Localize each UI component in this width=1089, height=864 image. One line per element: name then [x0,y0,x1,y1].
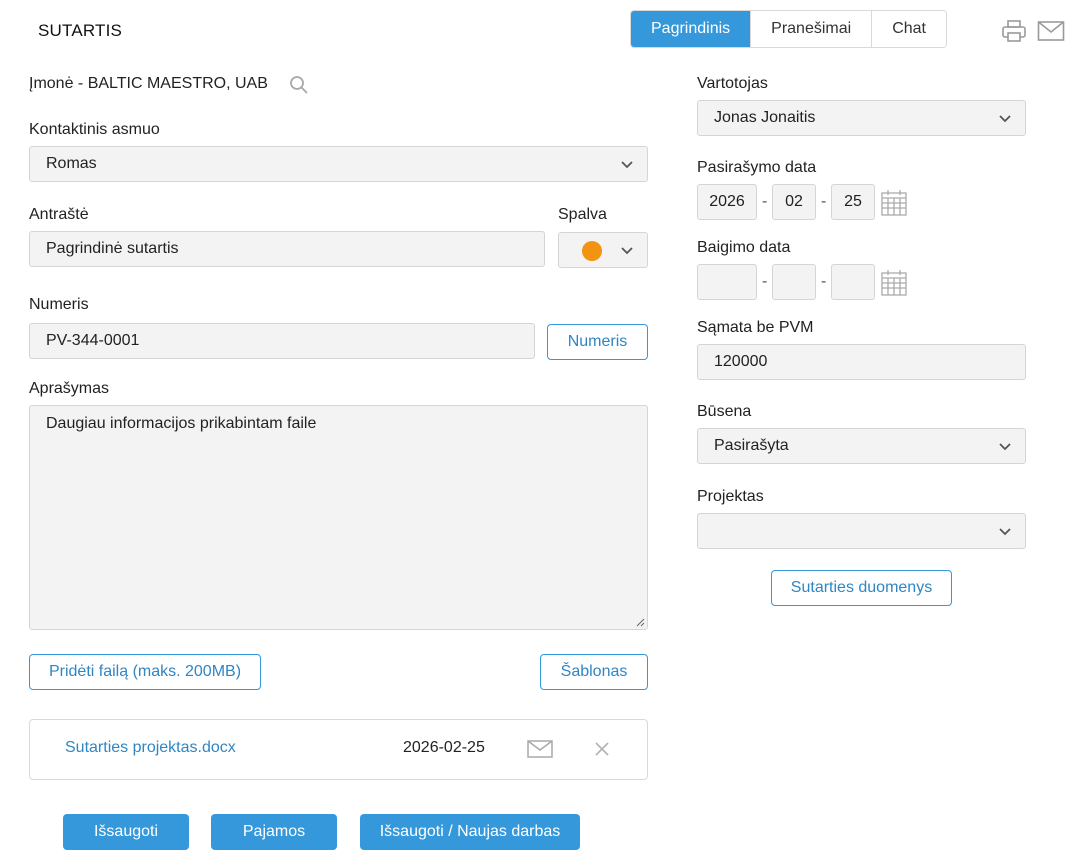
number-label: Numeris [29,296,89,313]
date-separator: - [821,273,827,290]
calendar-icon[interactable] [880,269,908,297]
sign-day-input[interactable]: 25 [831,184,875,220]
file-date: 2026-02-25 [403,739,485,756]
save-new-button[interactable]: Išsaugoti / Naujas darbas [360,814,580,850]
end-date-label: Baigimo data [697,239,791,256]
end-month-input[interactable] [772,264,816,300]
user-label: Vartotojas [697,75,768,92]
company-prefix: Įmonė - [29,75,84,92]
chevron-down-icon [621,161,633,169]
tab-chat[interactable]: Chat [871,11,946,47]
end-year-input[interactable] [697,264,757,300]
tab-pagrindinis[interactable]: Pagrindinis [631,11,751,47]
estimate-label: Sąmata be PVM [697,319,814,336]
templates-button[interactable]: Šablonas [540,654,648,690]
mail-icon[interactable] [1037,20,1065,42]
add-file-button[interactable]: Pridėti failą (maks. 200MB) [29,654,261,690]
contact-label: Kontaktinis asmuo [29,121,160,138]
calendar-icon[interactable] [880,189,908,217]
file-list: Sutarties projektas.docx 2026-02-25 [29,719,648,780]
project-label: Projektas [697,488,764,505]
end-day-input[interactable] [831,264,875,300]
chevron-down-icon [621,247,633,255]
status-label: Būsena [697,403,752,420]
description-textarea[interactable]: Daugiau informacijos prikabintam faile [29,405,648,630]
search-icon[interactable] [289,75,309,95]
number-button[interactable]: Numeris [547,324,648,360]
date-separator: - [821,193,827,210]
project-select[interactable] [697,513,1026,549]
sign-date-label: Pasirašymo data [697,159,817,176]
chevron-down-icon [999,443,1011,451]
tab-bar: Pagrindinis Pranešimai Chat [630,10,947,48]
date-separator: - [762,273,768,290]
number-input[interactable]: PV-344-0001 [29,323,535,359]
user-select[interactable]: Jonas Jonaitis [697,100,1026,136]
resize-handle-icon[interactable] [635,617,645,627]
contact-value: Romas [46,155,97,172]
company-name: BALTIC MAESTRO, UAB [87,75,268,92]
file-link[interactable]: Sutarties projektas.docx [65,739,236,757]
close-icon[interactable] [594,741,610,757]
description-label: Aprašymas [29,380,110,397]
user-value: Jonas Jonaitis [714,109,816,126]
sign-year-input[interactable]: 2026 [697,184,757,220]
color-swatch [582,241,602,261]
heading-label: Antraštė [29,206,89,223]
print-icon[interactable] [1001,18,1027,44]
heading-input[interactable]: Pagrindinė sutartis [29,231,545,267]
page-title: SUTARTIS [38,21,123,40]
color-picker[interactable] [558,232,648,268]
status-select[interactable]: Pasirašyta [697,428,1026,464]
date-separator: - [762,193,768,210]
description-value: Daugiau informacijos prikabintam faile [46,415,317,432]
status-value: Pasirašyta [714,437,789,454]
chevron-down-icon [999,528,1011,536]
mail-icon[interactable] [527,739,553,759]
company-line: Įmonė - BALTIC MAESTRO, UAB [29,75,268,93]
tab-pranesimai[interactable]: Pranešimai [750,11,872,47]
color-label: Spalva [558,206,607,223]
estimate-input[interactable]: 120000 [697,344,1026,380]
chevron-down-icon [999,115,1011,123]
contract-data-button[interactable]: Sutarties duomenys [771,570,952,606]
income-button[interactable]: Pajamos [211,814,337,850]
save-button[interactable]: Išsaugoti [63,814,189,850]
sign-month-input[interactable]: 02 [772,184,816,220]
contact-select[interactable]: Romas [29,146,648,182]
